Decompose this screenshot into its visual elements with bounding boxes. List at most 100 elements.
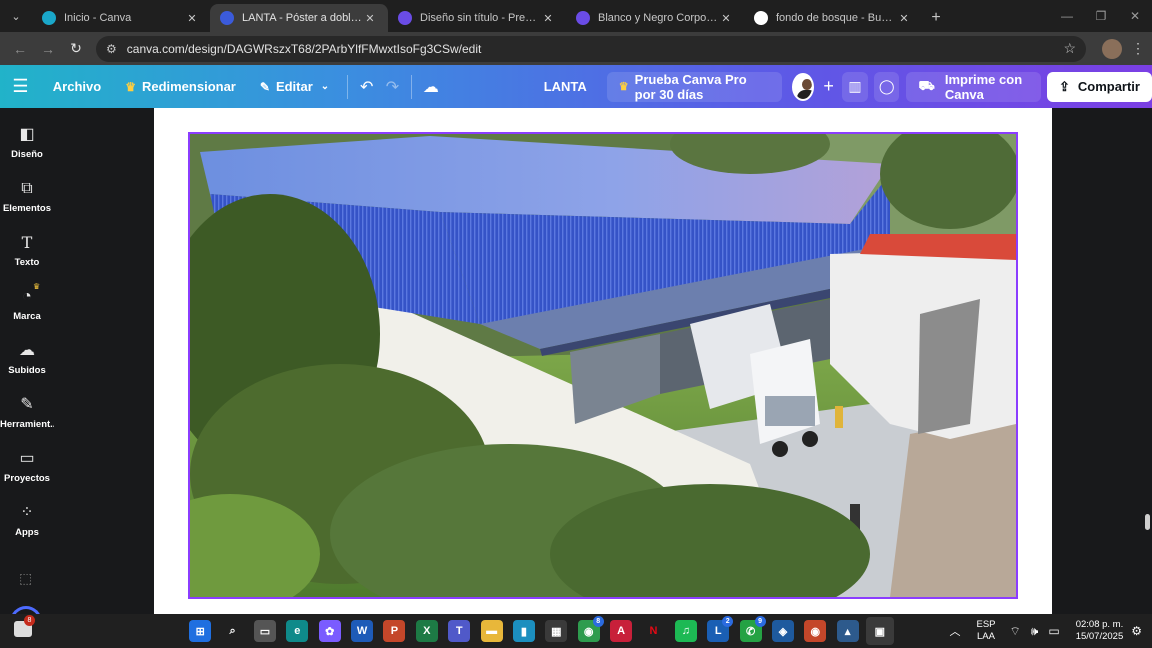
profile-avatar[interactable] bbox=[1102, 38, 1122, 59]
sidebar-item-projects[interactable]: ▭ Proyectos bbox=[0, 448, 54, 484]
taskbar-clock[interactable]: 02:08 p. m. 15/07/2025 bbox=[1076, 619, 1124, 643]
user-avatar[interactable] bbox=[791, 72, 814, 101]
battery-icon[interactable]: ▭ bbox=[1048, 624, 1059, 638]
window-controls: — ❐ ✕ bbox=[1050, 0, 1152, 32]
app-badge-count: 2 bbox=[722, 616, 734, 627]
edge-icon[interactable]: e bbox=[286, 620, 309, 642]
sidebar-item-brand[interactable]: ◔ ♛ Marca bbox=[0, 282, 54, 322]
word-icon[interactable]: W bbox=[351, 620, 374, 642]
undo-icon[interactable]: ↶ bbox=[354, 77, 380, 97]
insights-chart-icon[interactable]: ▥ bbox=[842, 71, 868, 102]
document-title[interactable]: LANTA bbox=[544, 79, 587, 94]
chrome-icon[interactable]: ◉ 8 bbox=[577, 616, 604, 642]
back-icon[interactable]: ← bbox=[6, 41, 34, 57]
browser-menu-icon[interactable]: ⋮ bbox=[1130, 40, 1146, 57]
browser-tab[interactable]: Inicio - Canva ✕ bbox=[32, 4, 210, 32]
netflix-glyph: N bbox=[649, 625, 658, 637]
tab-search-chevron-icon[interactable]: ⌄ bbox=[0, 0, 32, 32]
taskbar-apps: ⊞ ⌕ ▭ e ✿ W P X T ▬ ▮ ▦ ◉ 8 A N ♫ L 2 ✆ 9 ◈ ◉ ▴ ▣ bbox=[184, 616, 896, 645]
search-icon[interactable]: ⌕ bbox=[222, 620, 244, 642]
tab-close-icon[interactable]: ✕ bbox=[362, 12, 378, 25]
design-page[interactable] bbox=[154, 108, 1052, 614]
sidebar-item-label: Herramient... bbox=[0, 419, 54, 430]
books-icon[interactable]: ▮ bbox=[512, 620, 535, 642]
app-badge-count: 8 bbox=[592, 616, 604, 627]
store-icon[interactable]: ▦ bbox=[545, 620, 568, 642]
file-explorer-icon[interactable]: ▬ bbox=[480, 620, 503, 642]
url-omnibox[interactable]: ⚙ canva.com/design/DAGWRszxT68/2PArbYlfF… bbox=[96, 35, 1086, 62]
widgets-button[interactable]: 8 bbox=[14, 615, 35, 641]
tab-label: Inicio - Canva bbox=[64, 12, 132, 24]
chevron-down-icon: ⌄ bbox=[320, 81, 330, 92]
autocad-icon[interactable]: A bbox=[610, 620, 633, 642]
share-button[interactable]: ⇪ Compartir bbox=[1046, 71, 1152, 102]
toolbar-divider bbox=[411, 74, 413, 99]
volume-icon[interactable]: 🕪 bbox=[1031, 624, 1039, 639]
linkedin-icon[interactable]: L2 bbox=[707, 616, 734, 642]
print-with-canva-button[interactable]: ⛟ Imprime con Canva bbox=[906, 71, 1041, 102]
wifi-icon[interactable]: ⌔ bbox=[1010, 624, 1021, 639]
notification-center-icon[interactable]: ⚙ bbox=[1131, 624, 1142, 638]
tab-close-icon[interactable]: ✕ bbox=[718, 12, 734, 25]
windows-start-icon[interactable]: ⊞ bbox=[189, 620, 212, 642]
tab-close-icon[interactable]: ✕ bbox=[540, 12, 556, 25]
browser-tab[interactable]: Blanco y Negro Corporativo Ar✕ bbox=[566, 4, 744, 32]
browser-tab[interactable]: LANTA - Póster a doble cara (A✕ bbox=[210, 4, 388, 32]
cloud-saved-icon[interactable]: ☁ bbox=[418, 77, 444, 97]
task-view-icon[interactable]: ▭ bbox=[253, 620, 276, 642]
file-explorer-glyph: ▬ bbox=[486, 625, 498, 637]
sidebar-item-text[interactable]: T Texto bbox=[0, 232, 54, 268]
forward-icon[interactable]: → bbox=[34, 41, 62, 57]
reload-icon[interactable]: ↻ bbox=[62, 40, 90, 57]
chrome-profile-icon[interactable]: ◉ bbox=[804, 620, 827, 642]
crown-icon: ♛ bbox=[125, 79, 136, 94]
comment-icon[interactable]: ◯ bbox=[873, 71, 900, 102]
search-glyph: ⌕ bbox=[229, 624, 236, 637]
language-code: ESP bbox=[976, 619, 996, 630]
edit-mode-button[interactable]: ✎ Editar ⌄ bbox=[248, 72, 341, 102]
tab-close-icon[interactable]: ✕ bbox=[896, 12, 912, 25]
selected-image-warehouse[interactable] bbox=[188, 132, 1018, 599]
new-tab-button[interactable]: + bbox=[922, 4, 950, 32]
sidebar-item-design[interactable]: ◧ Diseño bbox=[0, 124, 54, 160]
canvas-scrollbar[interactable] bbox=[1145, 514, 1150, 530]
show-hidden-icons-chevron-icon[interactable]: ︿ bbox=[949, 623, 960, 639]
powerpoint-icon[interactable]: P bbox=[383, 620, 406, 642]
whatsapp-icon[interactable]: ✆ 9 bbox=[739, 616, 766, 642]
sidebar-item-elements[interactable]: ⧉ Elementos bbox=[0, 178, 54, 214]
netflix-icon[interactable]: N bbox=[642, 620, 665, 642]
redo-icon[interactable]: ↷ bbox=[380, 77, 406, 97]
tab-close-icon[interactable]: ✕ bbox=[184, 12, 200, 25]
app-blue-cube-icon[interactable]: ◈ bbox=[771, 620, 794, 642]
excel-icon[interactable]: X bbox=[415, 620, 438, 642]
minimize-icon[interactable]: — bbox=[1050, 9, 1084, 23]
tools-icon: ✎ bbox=[20, 396, 34, 413]
browser-tab[interactable]: fondo de bosque - Buscar con G✕ bbox=[744, 4, 922, 32]
browser-tab[interactable]: Diseño sin título - Presentación✕ bbox=[388, 4, 566, 32]
bookmark-star-icon[interactable]: ☆ bbox=[1063, 40, 1076, 57]
share-label: Compartir bbox=[1077, 79, 1140, 94]
toolbar-divider bbox=[347, 74, 348, 99]
resize-button[interactable]: ♛ Redimensionar bbox=[113, 72, 248, 102]
url-text[interactable]: canva.com/design/DAGWRszxT68/2PArbYlfFMw… bbox=[127, 42, 1064, 56]
tab-favicon-icon bbox=[754, 11, 768, 25]
copilot-icon[interactable]: ✿ bbox=[318, 620, 341, 642]
sidebar-item-uploads[interactable]: ☁ Subidos bbox=[0, 340, 54, 376]
main-menu-icon[interactable]: ☰ bbox=[0, 76, 41, 97]
maximize-icon[interactable]: ❐ bbox=[1084, 9, 1118, 23]
close-window-icon[interactable]: ✕ bbox=[1118, 9, 1152, 23]
spotify-icon[interactable]: ♫ bbox=[674, 620, 697, 642]
canva-app-icon[interactable]: ▣ bbox=[865, 617, 894, 645]
editor-side-nav: ◧ Diseño ⧉ Elementos T Texto ◔ ♛ Marca ☁… bbox=[0, 108, 54, 626]
canva-pro-trial-button[interactable]: ♛ Prueba Canva Pro por 30 días bbox=[606, 71, 782, 102]
teams-icon[interactable]: T bbox=[448, 620, 471, 642]
input-language-indicator[interactable]: ESP LAA bbox=[976, 619, 995, 643]
file-label: Archivo bbox=[52, 79, 102, 94]
sidebar-item-apps[interactable]: ⁘ Apps bbox=[0, 502, 54, 538]
sketchup-icon[interactable]: ▴ bbox=[836, 620, 859, 642]
file-menu-button[interactable]: Archivo bbox=[41, 72, 113, 102]
sidebar-item-tools[interactable]: ✎ Herramient... bbox=[0, 394, 54, 430]
site-info-icon[interactable]: ⚙ bbox=[106, 42, 117, 56]
magic-media-icon[interactable]: ⬚ bbox=[19, 570, 32, 587]
add-collaborator-icon[interactable]: + bbox=[818, 76, 839, 97]
